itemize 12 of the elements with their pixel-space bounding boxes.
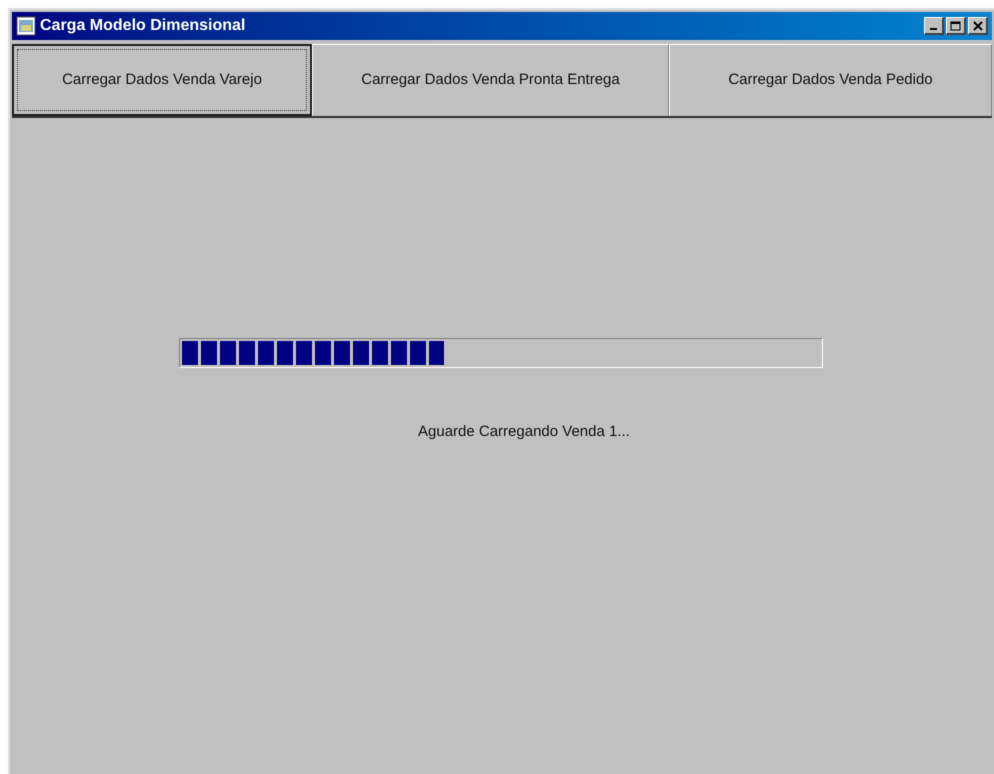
close-button[interactable]	[968, 17, 988, 35]
load-button[interactable]: Carregar Dados Venda Varejo	[12, 44, 312, 116]
status-text: Aguarde Carregando Venda 1...	[418, 422, 631, 442]
window-title: Carga Modelo Dimensional	[40, 16, 246, 36]
minimize-button[interactable]	[924, 17, 944, 35]
maximize-icon	[950, 20, 961, 30]
maximize-button[interactable]	[946, 17, 966, 35]
load-button[interactable]: Carregar Dados Venda Pedido	[669, 44, 992, 116]
window-icon	[16, 16, 36, 36]
load-button[interactable]: Carregar Dados Venda Pronta Entrega	[312, 44, 669, 116]
close-icon	[972, 20, 982, 30]
minimize-icon	[930, 28, 937, 30]
